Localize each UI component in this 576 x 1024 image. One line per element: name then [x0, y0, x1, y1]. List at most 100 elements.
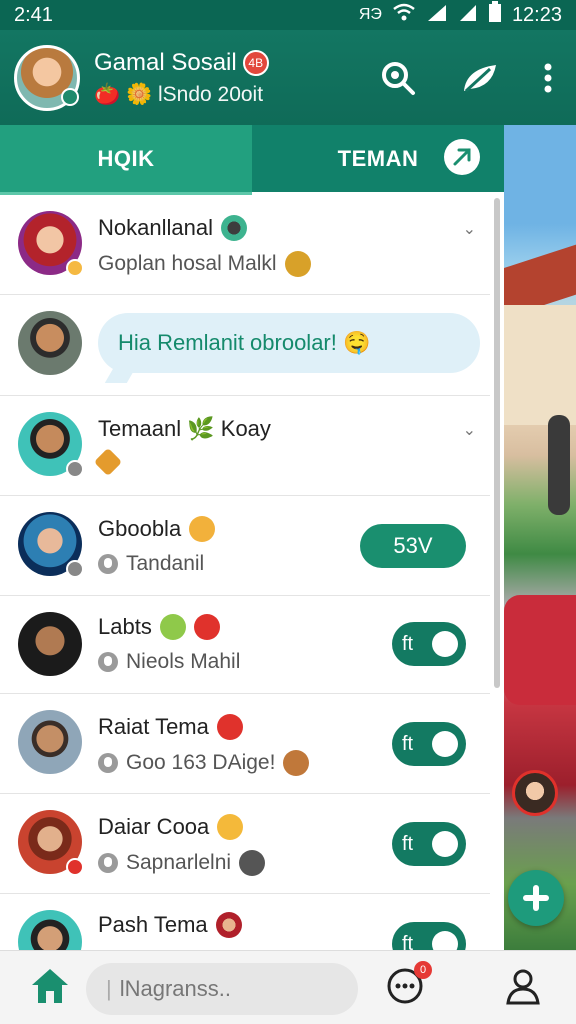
home-icon[interactable] [30, 967, 70, 1010]
avatar [18, 311, 82, 375]
chat-row[interactable]: Labts Nieols Mahil ft [0, 596, 490, 694]
flower-emoji-icon [284, 251, 311, 277]
online-status-dot [61, 87, 79, 106]
profile-avatar[interactable] [14, 44, 80, 111]
chevron-down-icon[interactable]: ⌄ [463, 219, 476, 239]
chat-name: Daiar Cooa [98, 814, 210, 839]
status-badge [66, 560, 84, 578]
status-time-left: 2:41 [14, 3, 53, 26]
toggle-label: ft [402, 632, 414, 655]
chat-name: Gboobla [98, 516, 182, 541]
penguin-emoji-icon [239, 850, 266, 876]
chat-name: Raiat Tema [98, 714, 209, 739]
chat-row[interactable]: Daiar Cooa Sapnarlelni ft [0, 794, 490, 894]
member-avatar-icon [215, 912, 242, 938]
chat-name: Pash Tema [98, 912, 208, 937]
text-cursor: | [106, 976, 112, 1001]
avatar [18, 211, 84, 277]
chevron-down-icon[interactable]: ⌄ [463, 420, 476, 440]
chat-row[interactable]: Raiat Tema Goo 163 DAige! ft [0, 694, 490, 794]
toggle-label: ft [402, 832, 414, 855]
new-chat-button[interactable] [508, 870, 564, 926]
search-icon[interactable] [380, 60, 416, 96]
chat-name: Temaanl 🌿 Koay [98, 416, 271, 441]
chat-bubble-icon[interactable]: 0 [386, 961, 432, 1010]
toggle-knob [432, 831, 458, 857]
voice-icon [98, 753, 118, 773]
status-time-right: 12:23 [511, 3, 562, 26]
avatar [18, 710, 82, 774]
unread-count: 53V [393, 533, 433, 558]
background-scene-image [504, 125, 576, 950]
more-options-icon[interactable] [544, 63, 552, 93]
reaction-badge [66, 259, 84, 277]
signal-text: ЯЭ [358, 6, 382, 23]
chat-row[interactable]: Nokanllanal Goplan hosal Malkl ⌄ [0, 195, 490, 295]
chat-row[interactable]: Pash Tema ft [0, 894, 490, 950]
tab-bar: HQIK TEMAN [0, 125, 504, 196]
wifi-icon [392, 3, 416, 27]
wink-emoji-icon [217, 814, 244, 840]
status-badge [66, 460, 84, 478]
message-bubble: Hia Remlanit obroolar! 🤤 [98, 313, 480, 373]
mute-toggle[interactable]: ft [392, 922, 466, 950]
profile-icon[interactable] [504, 967, 542, 1010]
battery-icon [488, 1, 502, 29]
cell-signal-icon-2 [458, 3, 478, 27]
grin-emoji-icon [159, 614, 186, 640]
toggle-knob [432, 731, 458, 757]
cookie-emoji-icon [283, 750, 310, 776]
status-badge [66, 858, 84, 876]
smile-emoji-icon [189, 516, 216, 542]
mute-toggle[interactable]: ft [392, 822, 466, 866]
red-car [504, 595, 576, 705]
chat-preview: Goo 163 DAige! [126, 751, 276, 774]
chat-row[interactable]: Temaanl 🌿 Koay ⌄ [0, 396, 490, 496]
unread-count-pill[interactable]: 53V [360, 524, 466, 568]
notification-badge: 0 [414, 961, 432, 979]
chat-preview: Tandanil [126, 552, 205, 575]
chat-row[interactable]: Gboobla Tandanil 53V [0, 496, 490, 596]
avatar [18, 412, 84, 478]
list-scrollbar[interactable] [494, 198, 500, 688]
toggle-knob [432, 631, 458, 657]
profile-name: Gamal Sosail [94, 48, 237, 76]
plus-icon [523, 885, 549, 911]
mute-toggle[interactable]: ft [392, 722, 466, 766]
chat-preview: Nieols Mahil [126, 650, 241, 673]
avatar [18, 910, 82, 950]
profile-info[interactable]: Gamal Sosail 4B 🍅 🌼 lSndo 20oit [94, 49, 380, 107]
leaf-icon[interactable] [460, 61, 500, 95]
red-badge-icon [193, 614, 220, 640]
story-avatar[interactable] [512, 770, 558, 816]
member-avatar-icon [220, 215, 247, 241]
search-input[interactable]: | lNagranss.. [86, 963, 358, 1015]
tab-teman-label: TEMAN [337, 145, 419, 171]
bottom-navigation: | lNagranss.. 0 [0, 950, 576, 1024]
profile-status: 🍅 🌼 lSndo 20oit [94, 82, 264, 106]
avatar [18, 512, 84, 578]
mute-toggle[interactable]: ft [392, 622, 466, 666]
toggle-label: ft [402, 932, 414, 951]
cell-signal-icon [426, 3, 448, 27]
chat-row[interactable]: Hia Remlanit obroolar! 🤤 [0, 295, 490, 396]
tab-hqik[interactable]: HQIK [0, 125, 252, 196]
bubble-text: Hia Remlanit obroolar! 🤤 [118, 330, 371, 355]
tab-hqik-label: HQIK [97, 145, 155, 171]
person-figure [548, 415, 570, 515]
app-header: Gamal Sosail 4B 🍅 🌼 lSndo 20oit [0, 30, 576, 125]
avatar [18, 612, 82, 676]
voice-icon [98, 853, 118, 873]
arrow-right-icon[interactable] [444, 139, 480, 175]
chat-list: Nokanllanal Goplan hosal Malkl ⌄ Hia Rem… [0, 195, 504, 950]
voice-icon [98, 554, 118, 574]
toggle-knob [432, 931, 458, 950]
toggle-label: ft [402, 732, 414, 755]
house-wall [504, 305, 576, 425]
chat-name: Labts [98, 614, 152, 639]
red-badge-icon [216, 714, 243, 740]
chat-name: Nokanllanal [98, 215, 213, 240]
search-placeholder: lNagranss.. [119, 976, 231, 1001]
chat-preview: Goplan hosal Malkl [98, 252, 277, 275]
profile-badge: 4B [242, 49, 269, 76]
